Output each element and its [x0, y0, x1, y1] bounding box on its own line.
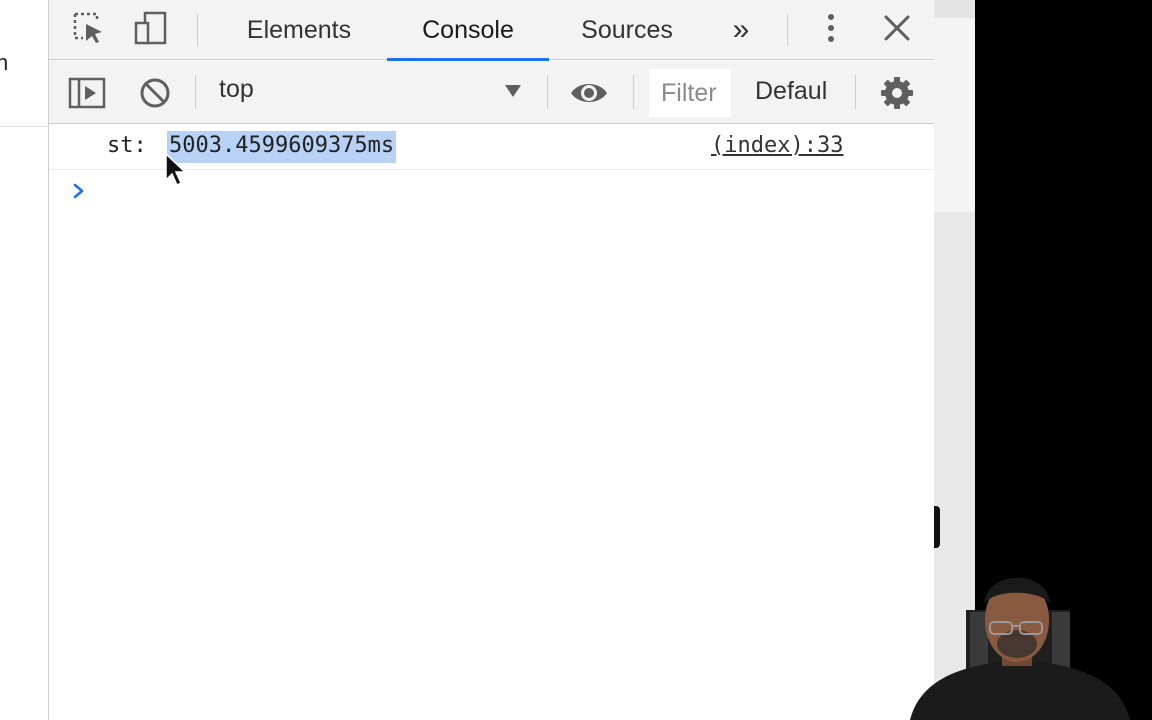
message-source-link[interactable]: (index):33 — [711, 133, 843, 158]
toolbar-separator — [195, 75, 196, 109]
backdrop-element — [934, 506, 940, 548]
devtools-tab-bar: Elements Console Sources » — [49, 0, 935, 61]
message-value-selected[interactable]: 5003.4599609375ms — [167, 131, 397, 163]
device-toolbar-icon[interactable] — [131, 8, 171, 48]
more-tabs-icon[interactable]: » — [721, 0, 761, 60]
filter-placeholder: Filter — [661, 79, 717, 107]
tab-sources-label: Sources — [581, 15, 673, 44]
console-toolbar: top Filter Defaul — [49, 61, 935, 124]
tab-elements-label: Elements — [246, 15, 352, 44]
tab-elements[interactable]: Elements — [229, 0, 369, 60]
console-prompt-icon[interactable] — [69, 181, 89, 201]
more-tabs-glyph: » — [732, 13, 750, 46]
sidebar-toggle-icon[interactable] — [67, 73, 107, 113]
context-selector[interactable]: top — [219, 75, 254, 104]
tab-console[interactable]: Console — [387, 0, 549, 61]
tab-console-label: Console — [422, 15, 514, 44]
log-levels-dropdown[interactable]: Defaul — [755, 77, 841, 106]
toolbar-separator — [197, 14, 198, 46]
settings-gear-icon[interactable] — [877, 73, 917, 113]
kebab-menu-icon[interactable] — [811, 8, 851, 48]
presenter-webcam — [910, 560, 1130, 720]
clear-console-icon[interactable] — [135, 73, 175, 113]
toolbar-separator — [787, 14, 788, 46]
mouse-pointer-icon — [164, 152, 190, 188]
devtools-panel: Elements Console Sources » top Filter De… — [48, 0, 935, 720]
message-prefix: st: — [107, 133, 147, 158]
toolbar-separator — [547, 75, 548, 109]
page-edge: n — [0, 0, 48, 720]
page-edge-divider — [0, 126, 48, 127]
toolbar-separator — [855, 75, 856, 109]
live-expression-icon[interactable] — [569, 73, 609, 113]
inspect-element-icon[interactable] — [69, 8, 109, 48]
backdrop-strip — [934, 0, 975, 18]
toolbar-separator — [633, 75, 634, 109]
chevron-down-icon[interactable] — [505, 85, 521, 97]
close-icon[interactable] — [877, 8, 917, 48]
tab-sources[interactable]: Sources — [565, 0, 689, 60]
console-output[interactable]: st: 5003.4599609375ms (index):33 — [49, 125, 935, 720]
page-edge-text: n — [0, 50, 9, 75]
